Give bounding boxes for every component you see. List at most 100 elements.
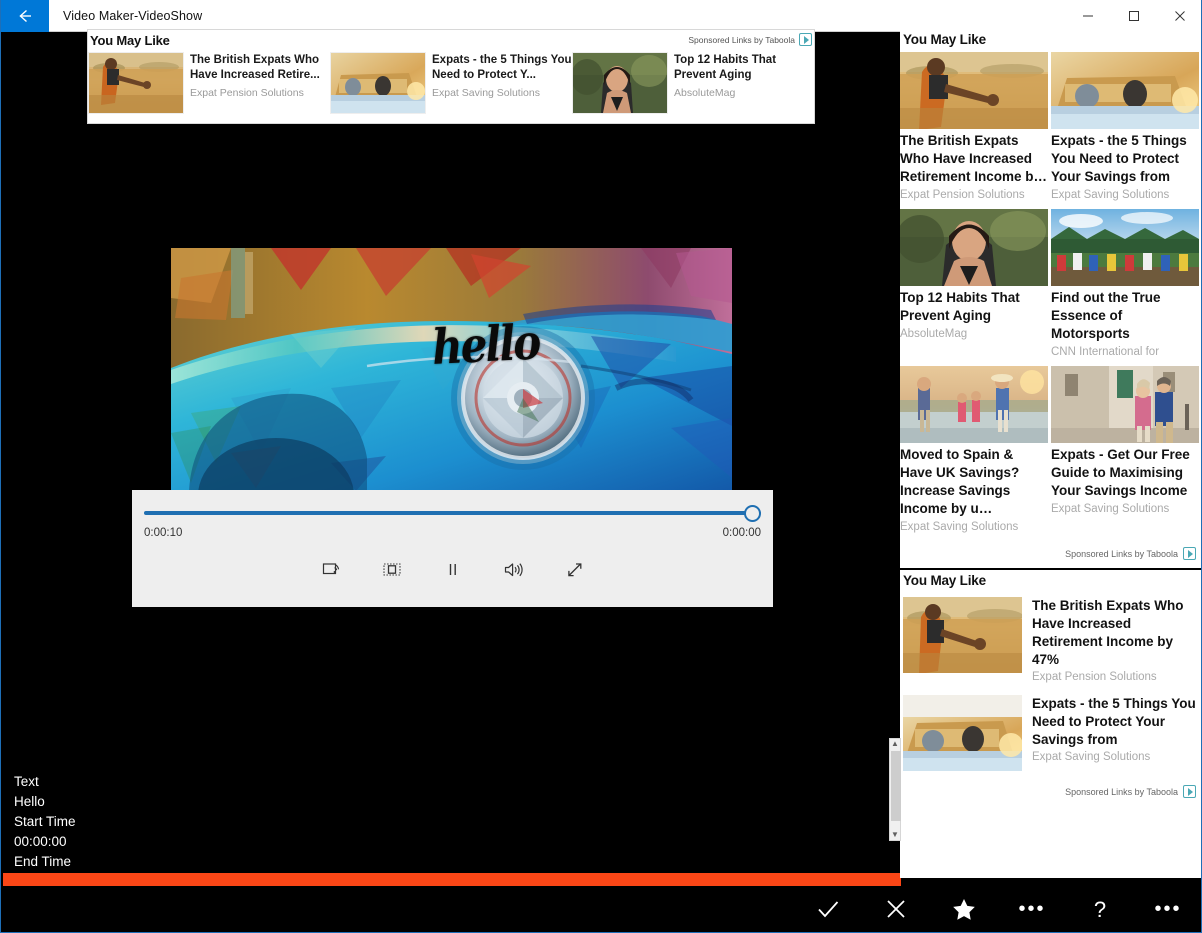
hitchhiker-field-image bbox=[89, 53, 183, 113]
total-time: 0:00:00 bbox=[722, 527, 761, 539]
title-spacer bbox=[202, 0, 1065, 31]
right-ad-title: Expats - the 5 Things You Need to Protec… bbox=[1032, 696, 1196, 747]
convertible-sunset-image bbox=[903, 695, 1023, 771]
video-stage: hello 0:00:10 0:00:00 Text Hello Start T… bbox=[2, 32, 901, 918]
top-ad-brand: AbsoluteMag bbox=[674, 87, 736, 99]
volume-button[interactable] bbox=[499, 557, 529, 583]
scrollbar-thumb[interactable] bbox=[891, 751, 901, 821]
right-ad-thumbnail bbox=[900, 209, 1048, 286]
video-frame-image bbox=[171, 248, 732, 493]
minimize-button[interactable] bbox=[1065, 0, 1111, 32]
seek-thumb[interactable] bbox=[744, 505, 761, 522]
ellipsis-icon: ••• bbox=[1018, 898, 1046, 920]
taboola-logo-icon bbox=[1183, 785, 1196, 798]
question-mark-icon: ? bbox=[1094, 897, 1106, 922]
top-ad-thumbnail bbox=[88, 52, 184, 114]
seek-track[interactable] bbox=[144, 511, 761, 515]
right-ad-list-item[interactable]: Expats - the 5 Things You Need to Protec… bbox=[900, 691, 1201, 779]
favorite-button[interactable] bbox=[930, 886, 998, 932]
right-ad-block-2: You May Like The British Expats Who Have… bbox=[900, 570, 1201, 806]
right-ad-footer-1[interactable]: Sponsored Links by Taboola bbox=[900, 541, 1201, 568]
top-ad-text: Expats - the 5 Things You Need to Protec… bbox=[432, 52, 572, 100]
top-ad-sponsored-tag[interactable]: Sponsored Links by Taboola bbox=[688, 33, 812, 46]
right-ad-heading-2: You May Like bbox=[903, 573, 986, 588]
accept-button[interactable] bbox=[794, 886, 862, 932]
text-properties-panel: Text Hello Start Time 00:00:00 End Time bbox=[14, 772, 314, 872]
seek-bar[interactable] bbox=[144, 505, 761, 523]
right-ad-list-text: Expats - the 5 Things You Need to Protec… bbox=[1032, 695, 1198, 771]
right-ad-card[interactable]: Moved to Spain & Have UK Savings? Increa… bbox=[900, 366, 1051, 541]
top-ad-thumbnail bbox=[330, 52, 426, 114]
scroll-down-arrow-icon[interactable]: ▼ bbox=[891, 830, 899, 840]
help-button[interactable]: ? bbox=[1066, 886, 1134, 932]
star-icon bbox=[953, 899, 975, 920]
right-ad-brand: Expat Saving Solutions bbox=[1051, 189, 1170, 201]
right-ad-thumbnail bbox=[1051, 209, 1199, 286]
aspect-ratio-button[interactable] bbox=[377, 557, 407, 583]
fullscreen-button[interactable] bbox=[560, 557, 590, 583]
right-ad-title: Moved to Spain & Have UK Savings? Increa… bbox=[900, 447, 1020, 516]
right-ad-footer-2[interactable]: Sponsored Links by Taboola bbox=[900, 779, 1201, 806]
top-ad-item[interactable]: The British Expats Who Have Increased Re… bbox=[88, 52, 330, 114]
close-x-icon bbox=[887, 900, 905, 918]
top-ad-text: The British Expats Who Have Increased Re… bbox=[190, 52, 330, 100]
right-ad-panel: You May Like The British Expats Who Have… bbox=[900, 29, 1201, 878]
close-button[interactable] bbox=[1157, 0, 1201, 32]
right-ad-card[interactable]: The British Expats Who Have Increased Re… bbox=[900, 52, 1051, 209]
bottom-command-bar: ••• ? ••• bbox=[2, 886, 1201, 932]
cast-button[interactable] bbox=[316, 557, 346, 583]
top-ad-text: Top 12 Habits That Prevent Aging Absolut… bbox=[674, 52, 814, 100]
right-ad-title: The British Expats Who Have Increased Re… bbox=[1032, 598, 1184, 667]
convertible-sunset-image bbox=[331, 53, 425, 113]
motorsport-rally-image bbox=[1051, 209, 1199, 286]
start-time-value[interactable]: 00:00:00 bbox=[14, 832, 314, 852]
taboola-logo-icon bbox=[1183, 547, 1196, 560]
cancel-button[interactable] bbox=[862, 886, 930, 932]
right-ad-thumbnail bbox=[903, 597, 1023, 674]
back-button[interactable] bbox=[1, 0, 49, 32]
right-ad-brand: AbsoluteMag bbox=[900, 328, 968, 340]
top-ad-title: Expats - the 5 Things You Need to Protec… bbox=[432, 54, 572, 81]
top-ad-item[interactable]: Expats - the 5 Things You Need to Protec… bbox=[330, 52, 572, 114]
close-icon bbox=[1175, 11, 1185, 21]
right-ad-brand: Expat Pension Solutions bbox=[900, 189, 1025, 201]
more-options-button[interactable]: ••• bbox=[998, 886, 1066, 932]
cast-icon bbox=[322, 563, 339, 575]
right-ad-card[interactable]: Expats - the 5 Things You Need to Protec… bbox=[1051, 52, 1201, 209]
right-ad-title: Expats - the 5 Things You Need to Protec… bbox=[1051, 133, 1187, 184]
video-preview[interactable]: hello bbox=[171, 248, 732, 493]
hitchhiker-field-image bbox=[900, 52, 1048, 130]
right-ad-title: Top 12 Habits That Prevent Aging bbox=[900, 290, 1020, 323]
checkmark-icon bbox=[818, 901, 839, 918]
sponsored-label: Sponsored Links by Taboola bbox=[1065, 548, 1178, 559]
maximize-icon bbox=[1129, 11, 1139, 21]
playback-controls bbox=[132, 557, 773, 583]
overflow-button[interactable]: ••• bbox=[1134, 886, 1201, 932]
aspect-ratio-icon bbox=[382, 563, 401, 576]
elapsed-time: 0:00:10 bbox=[144, 527, 183, 539]
right-ad-title: Find out the True Essence of Motorsports bbox=[1051, 290, 1161, 341]
right-ad-brand: CNN International for bbox=[1051, 346, 1160, 358]
right-ad-card[interactable]: Top 12 Habits That Prevent Aging Absolut… bbox=[900, 209, 1051, 366]
right-ad-card[interactable]: Find out the True Essence of Motorsports… bbox=[1051, 209, 1201, 366]
scroll-up-arrow-icon[interactable]: ▲ bbox=[891, 739, 899, 749]
top-ad-item[interactable]: Top 12 Habits That Prevent Aging Absolut… bbox=[571, 52, 814, 114]
right-ad-block-1: You May Like The British Expats Who Have… bbox=[900, 29, 1201, 568]
back-arrow-icon bbox=[19, 9, 31, 23]
right-ad-list-item[interactable]: The British Expats Who Have Increased Re… bbox=[900, 593, 1201, 691]
ad-scrollbar[interactable]: ▲ ▼ bbox=[889, 738, 901, 841]
sponsored-label: Sponsored Links by Taboola bbox=[1065, 786, 1178, 797]
right-ad-thumbnail bbox=[903, 695, 1023, 771]
couple-street-image bbox=[1051, 366, 1199, 443]
top-ad-heading: You May Like bbox=[90, 33, 170, 48]
right-ad-card[interactable]: Expats - Get Our Free Guide to Maximisin… bbox=[1051, 366, 1201, 541]
window-title: Video Maker-VideoShow bbox=[63, 8, 203, 23]
text-value[interactable]: Hello bbox=[14, 792, 314, 812]
pause-button[interactable] bbox=[438, 557, 468, 583]
family-beach-image bbox=[900, 366, 1048, 443]
app-window: Video Maker-VideoShow hello 0:00:10 0:00… bbox=[0, 0, 1202, 933]
right-ad-list-text: The British Expats Who Have Increased Re… bbox=[1032, 597, 1198, 683]
maximize-button[interactable] bbox=[1111, 0, 1157, 32]
title-bar: Video Maker-VideoShow bbox=[1, 0, 1201, 32]
right-ad-thumbnail bbox=[900, 52, 1048, 130]
